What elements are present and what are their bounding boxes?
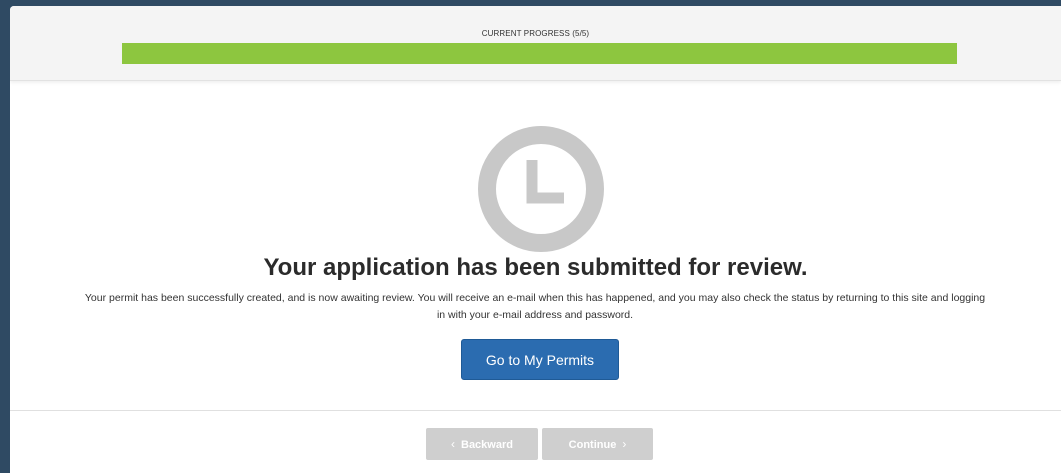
progress-label: CURRENT PROGRESS (5/5) — [481, 29, 590, 38]
wizard-window: CURRENT PROGRESS (5/5) Your application … — [10, 6, 1061, 473]
backward-label: Backward — [461, 439, 513, 451]
chevron-right-icon: › — [622, 437, 627, 451]
backward-button[interactable]: ‹ Backward — [426, 428, 538, 460]
go-to-my-permits-button[interactable]: Go to My Permits — [461, 339, 619, 380]
footer-divider — [10, 410, 1061, 411]
status-message: Your permit has been successfully create… — [84, 292, 986, 321]
progress-bar-fill — [122, 43, 957, 64]
page-title: Your application has been submitted for … — [263, 254, 808, 281]
continue-button[interactable]: Continue › — [542, 428, 653, 460]
chevron-left-icon: ‹ — [451, 437, 455, 451]
clock-icon — [478, 126, 604, 252]
continue-label: Continue — [568, 439, 617, 451]
progress-bar — [122, 43, 957, 64]
clock-hands — [526, 160, 564, 204]
clock-face — [478, 126, 604, 252]
progress-header: CURRENT PROGRESS (5/5) — [10, 6, 1061, 81]
